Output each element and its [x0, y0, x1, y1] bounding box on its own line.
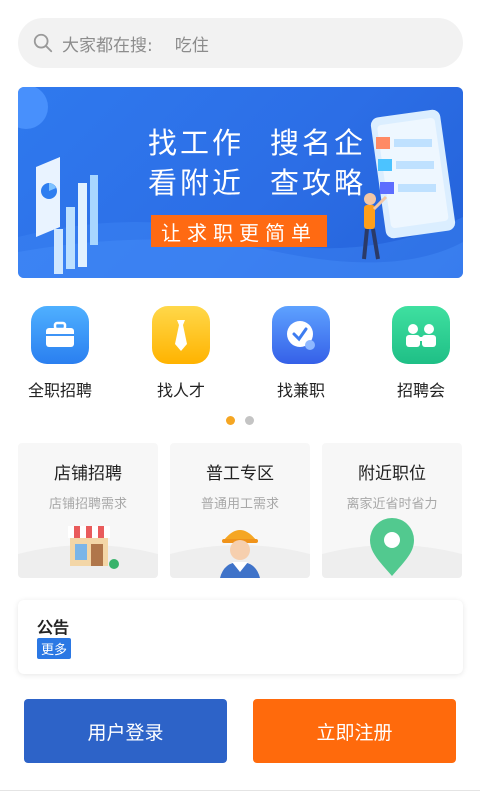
notice-more-button[interactable]: 更多	[37, 638, 72, 659]
banner-line-1: 找工作 搜名企	[148, 120, 392, 162]
category-pager	[226, 416, 254, 425]
search-icon	[33, 33, 53, 53]
card-subtitle: 店铺招聘需求	[48, 497, 127, 512]
category-label: 找人才	[156, 381, 205, 400]
search-placeholder: 大家都在搜:	[62, 35, 153, 56]
category-grid: 全职招聘 找人才 找兼职 招聘会	[0, 300, 480, 400]
notice-panel: 公告 更多	[18, 600, 463, 674]
promo-banner[interactable]: 找工作 搜名企 看附近 查攻略 让求职更简单	[18, 87, 463, 278]
notice-title: 公告	[37, 618, 70, 637]
bottom-divider	[0, 790, 480, 801]
search-hot-keyword[interactable]: 吃住	[175, 31, 209, 56]
banner-line-2: 看附近 查攻略	[148, 160, 392, 202]
banner-text-nearby: 看附近	[148, 166, 245, 200]
necktie-icon	[152, 306, 210, 364]
register-button[interactable]: 立即注册	[253, 699, 456, 763]
card-subtitle: 普通用工需求	[200, 497, 279, 512]
location-pin-icon	[322, 518, 462, 578]
category-label: 全职招聘	[27, 381, 92, 400]
banner-text-guides: 查攻略	[270, 166, 367, 200]
card-shop-recruit[interactable]: 店铺招聘 店铺招聘需求	[18, 443, 158, 578]
pager-dot[interactable]	[245, 416, 254, 425]
pager-dot-active[interactable]	[226, 416, 235, 425]
briefcase-icon	[31, 306, 89, 364]
banner-cta[interactable]: 让求职更简单	[151, 215, 327, 247]
banner-text-search-company: 搜名企	[270, 126, 367, 160]
people-icon	[392, 306, 450, 364]
category-parttime[interactable]: 找兼职	[251, 300, 351, 401]
category-talent[interactable]: 找人才	[131, 300, 231, 401]
clock-icon	[272, 306, 330, 364]
category-job-fair[interactable]: 招聘会	[371, 300, 471, 401]
card-title: 附近职位	[358, 464, 426, 484]
card-nearby-jobs[interactable]: 附近职位 离家近省时省力	[322, 443, 462, 578]
card-title: 店铺招聘	[54, 464, 122, 484]
category-label: 招聘会	[396, 381, 445, 400]
category-label: 找兼职	[276, 381, 325, 400]
card-general-worker[interactable]: 普工专区 普通用工需求	[170, 443, 310, 578]
worker-icon	[170, 530, 310, 578]
banner-text-find-job: 找工作	[148, 126, 245, 160]
card-title: 普工专区	[206, 464, 274, 484]
shop-icon	[18, 526, 158, 578]
category-fulltime[interactable]: 全职招聘	[10, 300, 110, 401]
login-button[interactable]: 用户登录	[24, 699, 227, 763]
search-bar[interactable]: 大家都在搜: 吃住	[18, 18, 463, 68]
card-subtitle: 离家近省时省力	[346, 497, 438, 512]
